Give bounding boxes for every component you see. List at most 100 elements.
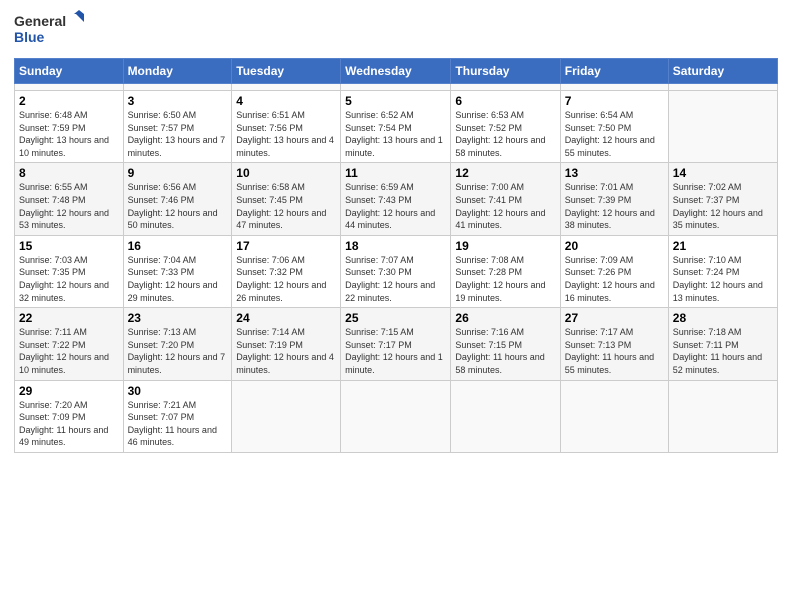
day-detail: Sunrise: 7:17 AMSunset: 7:13 PMDaylight:… [565, 327, 654, 375]
day-detail: Sunrise: 6:58 AMSunset: 7:45 PMDaylight:… [236, 182, 326, 230]
calendar-cell: 21 Sunrise: 7:10 AMSunset: 7:24 PMDayligh… [668, 235, 777, 307]
day-detail: Sunrise: 6:51 AMSunset: 7:56 PMDaylight:… [236, 110, 334, 158]
calendar-week-1: 2 Sunrise: 6:48 AMSunset: 7:59 PMDaylight… [15, 91, 778, 163]
day-detail: Sunrise: 7:09 AMSunset: 7:26 PMDaylight:… [565, 255, 655, 303]
calendar-cell: 17 Sunrise: 7:06 AMSunset: 7:32 PMDayligh… [232, 235, 341, 307]
day-number: 29 [19, 384, 119, 398]
day-number: 22 [19, 311, 119, 325]
day-number: 2 [19, 94, 119, 108]
svg-text:Blue: Blue [14, 29, 45, 45]
calendar-week-3: 15 Sunrise: 7:03 AMSunset: 7:35 PMDayligh… [15, 235, 778, 307]
day-detail: Sunrise: 6:52 AMSunset: 7:54 PMDaylight:… [345, 110, 443, 158]
day-detail: Sunrise: 6:55 AMSunset: 7:48 PMDaylight:… [19, 182, 109, 230]
calendar-cell [451, 380, 560, 452]
calendar-cell: 15 Sunrise: 7:03 AMSunset: 7:35 PMDayligh… [15, 235, 124, 307]
calendar-cell: 30 Sunrise: 7:21 AMSunset: 7:07 PMDayligh… [123, 380, 232, 452]
day-detail: Sunrise: 7:16 AMSunset: 7:15 PMDaylight:… [455, 327, 544, 375]
day-detail: Sunrise: 7:00 AMSunset: 7:41 PMDaylight:… [455, 182, 545, 230]
calendar-cell [668, 91, 777, 163]
calendar-cell [668, 380, 777, 452]
logo: General Blue [14, 10, 84, 50]
calendar-cell [123, 84, 232, 91]
calendar-cell: 24Sunrise: 7:14 AMSunset: 7:19 PMDayligh… [232, 308, 341, 380]
calendar-cell: 23Sunrise: 7:13 AMSunset: 7:20 PMDayligh… [123, 308, 232, 380]
calendar-cell [341, 84, 451, 91]
calendar-cell: 6Sunrise: 6:53 AMSunset: 7:52 PMDaylight… [451, 91, 560, 163]
day-number: 8 [19, 166, 119, 180]
header-cell-friday: Friday [560, 59, 668, 84]
day-number: 9 [128, 166, 228, 180]
calendar-cell: 14 Sunrise: 7:02 AMSunset: 7:37 PMDayligh… [668, 163, 777, 235]
day-detail: Sunrise: 6:50 AMSunset: 7:57 PMDaylight:… [128, 110, 226, 158]
header-cell-saturday: Saturday [668, 59, 777, 84]
svg-text:General: General [14, 13, 66, 29]
day-number: 10 [236, 166, 336, 180]
day-detail: Sunrise: 7:21 AMSunset: 7:07 PMDaylight:… [128, 400, 217, 448]
day-number: 28 [673, 311, 773, 325]
page-container: General Blue SundayMondayTuesdayWednesda… [0, 0, 792, 461]
logo-svg: General Blue [14, 10, 84, 50]
calendar-cell: 5Sunrise: 6:52 AMSunset: 7:54 PMDaylight… [341, 91, 451, 163]
day-detail: Sunrise: 6:53 AMSunset: 7:52 PMDaylight:… [455, 110, 545, 158]
calendar-cell [560, 380, 668, 452]
calendar-week-0 [15, 84, 778, 91]
calendar-cell [341, 380, 451, 452]
day-detail: Sunrise: 7:10 AMSunset: 7:24 PMDaylight:… [673, 255, 763, 303]
day-detail: Sunrise: 7:14 AMSunset: 7:19 PMDaylight:… [236, 327, 334, 375]
calendar-cell: 27 Sunrise: 7:17 AMSunset: 7:13 PMDayligh… [560, 308, 668, 380]
day-number: 21 [673, 239, 773, 253]
calendar-cell [668, 84, 777, 91]
day-number: 7 [565, 94, 664, 108]
header-cell-monday: Monday [123, 59, 232, 84]
calendar-cell: 9 Sunrise: 6:56 AMSunset: 7:46 PMDaylight… [123, 163, 232, 235]
calendar-cell: 10 Sunrise: 6:58 AMSunset: 7:45 PMDayligh… [232, 163, 341, 235]
day-number: 18 [345, 239, 446, 253]
day-detail: Sunrise: 7:06 AMSunset: 7:32 PMDaylight:… [236, 255, 326, 303]
day-detail: Sunrise: 7:18 AMSunset: 7:11 PMDaylight:… [673, 327, 762, 375]
calendar-cell: 28 Sunrise: 7:18 AMSunset: 7:11 PMDayligh… [668, 308, 777, 380]
day-number: 14 [673, 166, 773, 180]
day-number: 26 [455, 311, 555, 325]
day-detail: Sunrise: 7:20 AMSunset: 7:09 PMDaylight:… [19, 400, 108, 448]
day-number: 19 [455, 239, 555, 253]
day-number: 3 [128, 94, 228, 108]
calendar-cell: 2 Sunrise: 6:48 AMSunset: 7:59 PMDaylight… [15, 91, 124, 163]
day-number: 20 [565, 239, 664, 253]
calendar-cell: 16 Sunrise: 7:04 AMSunset: 7:33 PMDayligh… [123, 235, 232, 307]
day-detail: Sunrise: 7:01 AMSunset: 7:39 PMDaylight:… [565, 182, 655, 230]
header: General Blue [14, 10, 778, 50]
calendar-cell: 29 Sunrise: 7:20 AMSunset: 7:09 PMDayligh… [15, 380, 124, 452]
day-detail: Sunrise: 7:11 AMSunset: 7:22 PMDaylight:… [19, 327, 109, 375]
calendar-cell: 3 Sunrise: 6:50 AMSunset: 7:57 PMDaylight… [123, 91, 232, 163]
calendar-cell [15, 84, 124, 91]
day-detail: Sunrise: 6:48 AMSunset: 7:59 PMDaylight:… [19, 110, 109, 158]
calendar-cell: 25Sunrise: 7:15 AMSunset: 7:17 PMDayligh… [341, 308, 451, 380]
calendar-cell: 7Sunrise: 6:54 AMSunset: 7:50 PMDaylight… [560, 91, 668, 163]
calendar-cell: 18 Sunrise: 7:07 AMSunset: 7:30 PMDayligh… [341, 235, 451, 307]
day-number: 13 [565, 166, 664, 180]
calendar-cell: 26 Sunrise: 7:16 AMSunset: 7:15 PMDayligh… [451, 308, 560, 380]
day-number: 30 [128, 384, 228, 398]
calendar-cell [560, 84, 668, 91]
day-number: 4 [236, 94, 336, 108]
day-detail: Sunrise: 7:03 AMSunset: 7:35 PMDaylight:… [19, 255, 109, 303]
day-detail: Sunrise: 7:04 AMSunset: 7:33 PMDaylight:… [128, 255, 218, 303]
calendar-cell [232, 380, 341, 452]
day-detail: Sunrise: 6:56 AMSunset: 7:46 PMDaylight:… [128, 182, 218, 230]
day-detail: Sunrise: 7:07 AMSunset: 7:30 PMDaylight:… [345, 255, 435, 303]
day-number: 15 [19, 239, 119, 253]
calendar-cell: 20 Sunrise: 7:09 AMSunset: 7:26 PMDayligh… [560, 235, 668, 307]
calendar-table: SundayMondayTuesdayWednesdayThursdayFrid… [14, 58, 778, 453]
calendar-week-4: 22 Sunrise: 7:11 AMSunset: 7:22 PMDayligh… [15, 308, 778, 380]
header-cell-wednesday: Wednesday [341, 59, 451, 84]
header-cell-tuesday: Tuesday [232, 59, 341, 84]
day-detail: Sunrise: 7:02 AMSunset: 7:37 PMDaylight:… [673, 182, 763, 230]
header-cell-thursday: Thursday [451, 59, 560, 84]
calendar-cell: 22 Sunrise: 7:11 AMSunset: 7:22 PMDayligh… [15, 308, 124, 380]
day-number: 16 [128, 239, 228, 253]
day-detail: Sunrise: 7:13 AMSunset: 7:20 PMDaylight:… [128, 327, 226, 375]
day-number: 12 [455, 166, 555, 180]
day-number: 17 [236, 239, 336, 253]
day-number: 27 [565, 311, 664, 325]
calendar-cell: 12 Sunrise: 7:00 AMSunset: 7:41 PMDayligh… [451, 163, 560, 235]
